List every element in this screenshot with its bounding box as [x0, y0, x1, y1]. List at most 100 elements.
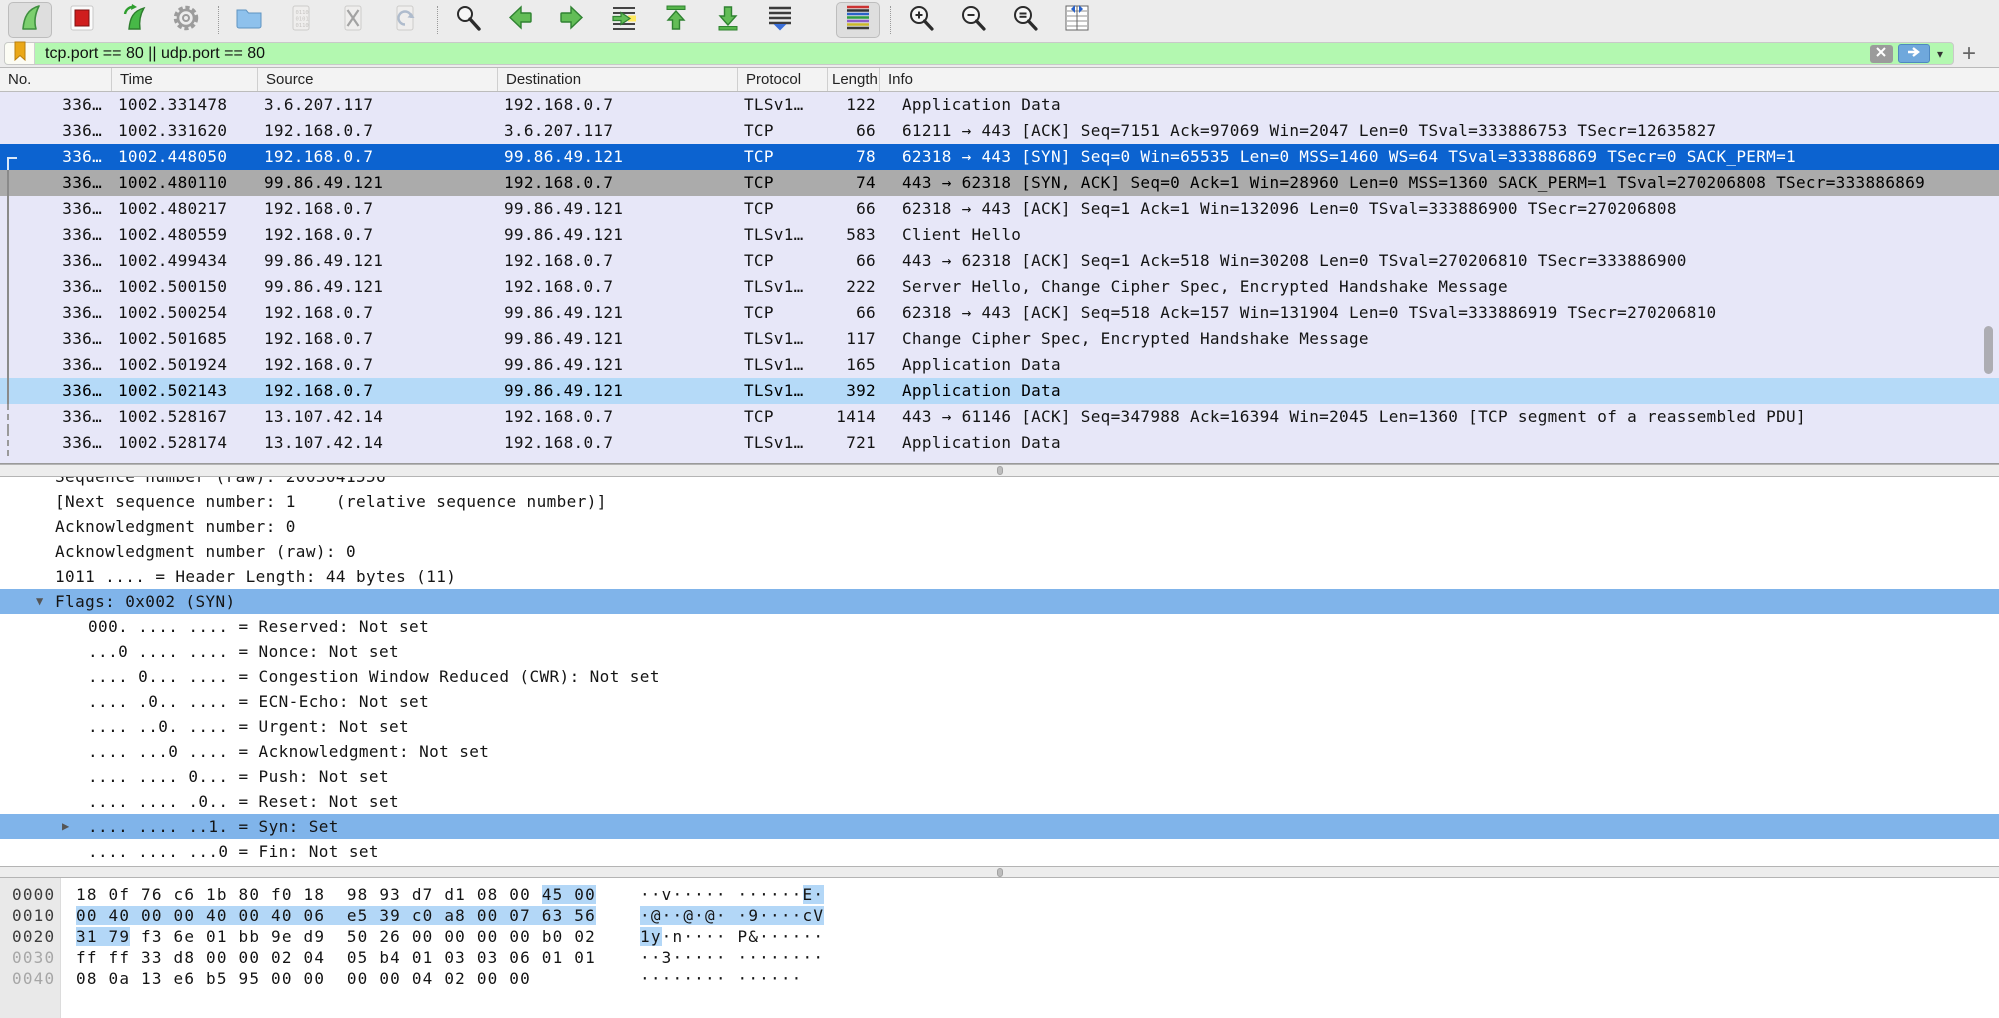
cell-time: 1002.528167: [112, 404, 258, 430]
detail-line[interactable]: .... .0.. .... = ECN-Echo: Not set: [0, 689, 1999, 714]
detail-line[interactable]: .... ...0 .... = Acknowledgment: Not set: [0, 739, 1999, 764]
open-file-button[interactable]: [227, 2, 271, 38]
packet-row[interactable]: 336…1002.49943499.86.49.121192.168.0.7TC…: [0, 248, 1999, 274]
auto-scroll-icon: [765, 3, 795, 38]
restart-icon: [119, 3, 149, 38]
save-file-icon: 011001010110: [286, 3, 316, 38]
packet-row[interactable]: 336…1002.50015099.86.49.121192.168.0.7TL…: [0, 274, 1999, 300]
filter-input[interactable]: tcp.port == 80 || udp.port == 80: [35, 45, 1870, 63]
cell-time: 1002.331478: [112, 92, 258, 118]
arrow-left-icon: [505, 3, 535, 38]
apply-filter-button[interactable]: [1898, 44, 1930, 63]
go-to-top-button[interactable]: [654, 2, 698, 38]
cell-protocol: TCP: [738, 196, 828, 222]
zoom-in-button[interactable]: [899, 2, 943, 38]
column-header-protocol[interactable]: Protocol: [738, 68, 828, 91]
collapse-triangle-icon[interactable]: ▼: [36, 589, 44, 614]
restart-capture-button[interactable]: [112, 2, 156, 38]
packet-row[interactable]: 336…1002.500254192.168.0.799.86.49.121TC…: [0, 300, 1999, 326]
go-back-button[interactable]: [498, 2, 542, 38]
vertical-scrollbar-thumb[interactable]: [1984, 326, 1993, 374]
cell-no: 336…: [0, 300, 112, 326]
filter-bookmark-button[interactable]: [5, 43, 35, 64]
filter-dropdown-caret[interactable]: ▾: [1937, 47, 1943, 61]
resize-columns-button[interactable]: [1055, 2, 1099, 38]
packet-row[interactable]: 336…1002.331620192.168.0.73.6.207.117TCP…: [0, 118, 1999, 144]
detail-line[interactable]: ...0 .... .... = Nonce: Not set: [0, 639, 1999, 664]
packet-row[interactable]: 336…1002.52817413.107.42.14192.168.0.7TL…: [0, 430, 1999, 456]
detail-line[interactable]: .... .... 0... = Push: Not set: [0, 764, 1999, 789]
detail-line[interactable]: ▶.... .... ..1. = Syn: Set: [0, 814, 1999, 839]
clear-filter-button[interactable]: [1870, 45, 1893, 63]
pane-splitter-bottom[interactable]: [0, 866, 1999, 878]
packet-row[interactable]: 336…1002.501685192.168.0.799.86.49.121TL…: [0, 326, 1999, 352]
detail-line[interactable]: ▼Flags: 0x002 (SYN): [0, 589, 1999, 614]
cell-destination: 99.86.49.121: [498, 144, 738, 170]
column-header-no[interactable]: No.: [0, 68, 112, 91]
toolbar-separator: [437, 6, 438, 34]
save-file-button[interactable]: 011001010110: [279, 2, 323, 38]
column-header-source[interactable]: Source: [258, 68, 498, 91]
cell-length: 721: [828, 430, 880, 456]
detail-line[interactable]: Acknowledgment number: 0: [0, 514, 1999, 539]
colorize-button[interactable]: [836, 2, 880, 38]
packet-row[interactable]: 336…1002.52816713.107.42.14192.168.0.7TC…: [0, 404, 1999, 430]
auto-scroll-button[interactable]: [758, 2, 802, 38]
start-capture-button[interactable]: [8, 2, 52, 38]
cell-time: 1002.501924: [112, 352, 258, 378]
ascii-bytes: ··v····· ······E·: [640, 884, 824, 905]
detail-line[interactable]: 1011 .... = Header Length: 44 bytes (11): [0, 564, 1999, 589]
detail-line[interactable]: .... ..0. .... = Urgent: Not set: [0, 714, 1999, 739]
go-forward-button[interactable]: [550, 2, 594, 38]
capture-options-button[interactable]: [164, 2, 208, 38]
cell-no: 336…: [0, 144, 112, 170]
column-header-length[interactable]: Length: [828, 68, 880, 91]
packet-row[interactable]: 336…1002.502143192.168.0.799.86.49.121TL…: [0, 378, 1999, 404]
cell-info: 62318 → 443 [SYN] Seq=0 Win=65535 Len=0 …: [880, 144, 1999, 170]
cell-length: 117: [828, 326, 880, 352]
hex-line[interactable]: 002031 79 f3 6e 01 bb 9e d9 50 26 00 00 …: [0, 926, 1999, 947]
add-filter-button[interactable]: +: [1957, 42, 1981, 66]
column-header-destination[interactable]: Destination: [498, 68, 738, 91]
hex-line[interactable]: 000018 0f 76 c6 1b 80 f0 18 98 93 d7 d1 …: [0, 884, 1999, 905]
detail-line[interactable]: .... .... ...0 = Fin: Not set: [0, 839, 1999, 864]
cell-length: 165: [828, 352, 880, 378]
go-to-packet-button[interactable]: [602, 2, 646, 38]
expand-triangle-icon[interactable]: ▶: [62, 814, 70, 839]
packet-row[interactable]: 336…1002.480559192.168.0.799.86.49.121TL…: [0, 222, 1999, 248]
detail-line[interactable]: Sequence number (raw): 2003041556: [0, 477, 1999, 489]
detail-line[interactable]: [Next sequence number: 1 (relative seque…: [0, 489, 1999, 514]
cell-destination: 99.86.49.121: [498, 378, 738, 404]
column-header-time[interactable]: Time: [112, 68, 258, 91]
packet-row[interactable]: 336…1002.48011099.86.49.121192.168.0.7TC…: [0, 170, 1999, 196]
cell-length: 66: [828, 300, 880, 326]
go-to-bottom-button[interactable]: [706, 2, 750, 38]
cell-destination: 192.168.0.7: [498, 404, 738, 430]
column-header-info[interactable]: Info: [880, 68, 1999, 91]
display-filter-field[interactable]: tcp.port == 80 || udp.port == 80 ▾: [4, 42, 1954, 65]
zoom-reset-button[interactable]: [1003, 2, 1047, 38]
zoom-out-button[interactable]: [951, 2, 995, 38]
hex-line[interactable]: 0030ff ff 33 d8 00 00 02 04 05 b4 01 03 …: [0, 947, 1999, 968]
packet-row[interactable]: 336…1002.448050192.168.0.799.86.49.121TC…: [0, 144, 1999, 170]
stop-capture-button[interactable]: [60, 2, 104, 38]
close-file-button[interactable]: [331, 2, 375, 38]
detail-line[interactable]: .... 0... .... = Congestion Window Reduc…: [0, 664, 1999, 689]
detail-text: Flags: 0x002 (SYN): [0, 589, 1999, 614]
hex-line[interactable]: 004008 0a 13 e6 b5 95 00 00 00 00 04 02 …: [0, 968, 1999, 989]
detail-line[interactable]: 000. .... .... = Reserved: Not set: [0, 614, 1999, 639]
packet-row[interactable]: 336…1002.480217192.168.0.799.86.49.121TC…: [0, 196, 1999, 222]
pane-splitter-top[interactable]: [0, 464, 1999, 477]
reload-file-button[interactable]: [383, 2, 427, 38]
cell-protocol: TLSv1…: [738, 274, 828, 300]
packet-row[interactable]: 336…1002.501924192.168.0.799.86.49.121TL…: [0, 352, 1999, 378]
detail-line[interactable]: Acknowledgment number (raw): 0: [0, 539, 1999, 564]
detail-line[interactable]: .... .... .0.. = Reset: Not set: [0, 789, 1999, 814]
packet-row[interactable]: 336…1002.3314783.6.207.117192.168.0.7TLS…: [0, 92, 1999, 118]
cell-info: 62318 → 443 [ACK] Seq=1 Ack=1 Win=132096…: [880, 196, 1999, 222]
cell-no: 336…: [0, 170, 112, 196]
hex-line[interactable]: 001000 40 00 00 40 00 40 06 e5 39 c0 a8 …: [0, 905, 1999, 926]
detail-text: Acknowledgment number: 0: [0, 514, 296, 539]
packet-rows: 336…1002.3314783.6.207.117192.168.0.7TLS…: [0, 92, 1999, 456]
find-packet-button[interactable]: [446, 2, 490, 38]
